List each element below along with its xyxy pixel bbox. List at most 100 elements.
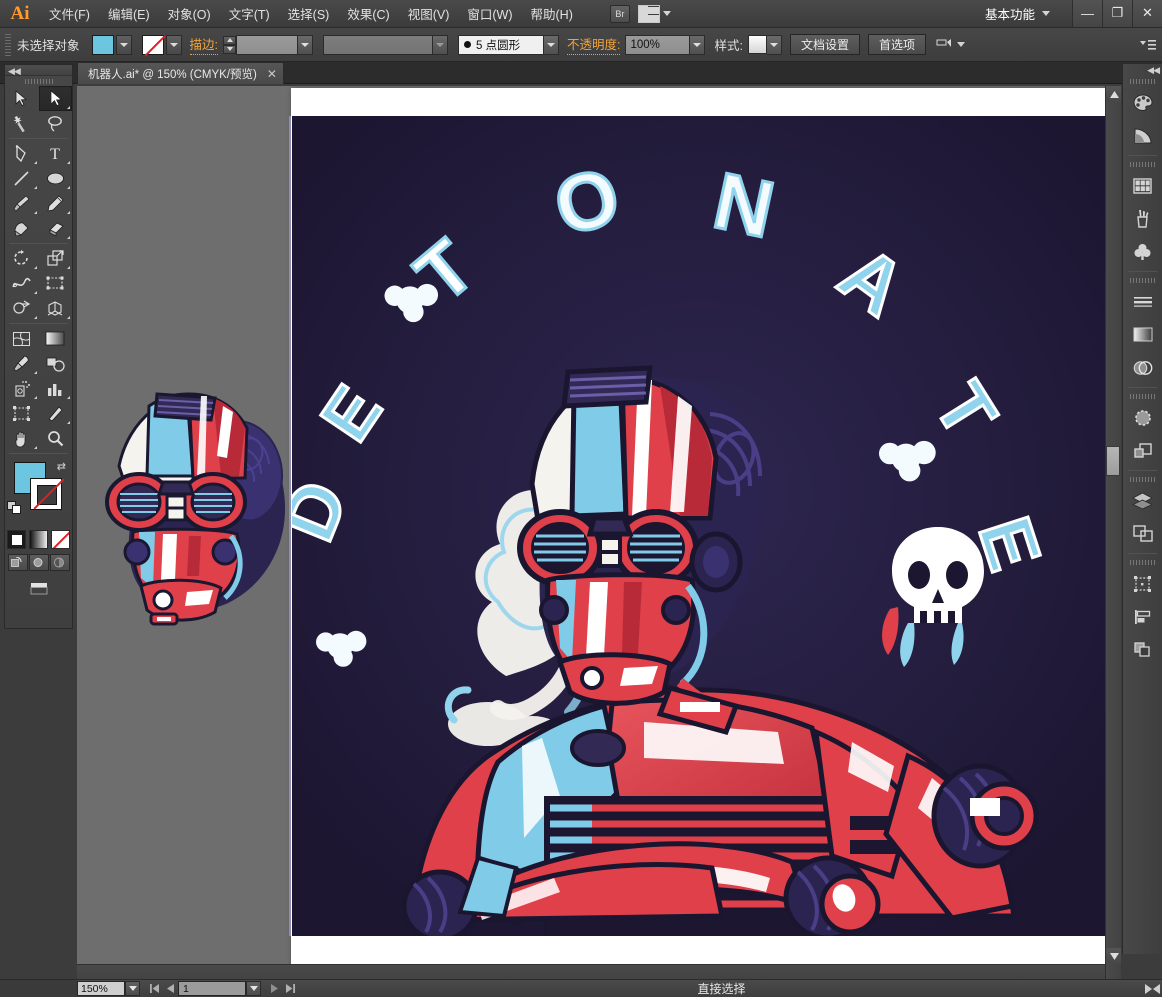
menu-help[interactable]: 帮助(H) — [522, 0, 582, 27]
zoom-level-field[interactable]: 150% — [77, 981, 125, 996]
menu-edit[interactable]: 编辑(E) — [99, 0, 159, 27]
transform-panel-icon-button[interactable] — [1123, 567, 1162, 600]
swap-fill-stroke-icon[interactable]: ⇄ — [57, 460, 66, 473]
blend-tool[interactable] — [39, 351, 73, 376]
column-graph-tool[interactable] — [39, 376, 73, 401]
zoom-level-dropdown[interactable] — [125, 981, 140, 996]
last-page-icon[interactable] — [282, 981, 298, 997]
tools-collapse-icon[interactable]: ◀◀ — [8, 66, 21, 77]
document-tab[interactable]: 机器人.ai* @ 150% (CMYK/预览) ✕ — [77, 62, 284, 84]
next-page-icon[interactable] — [266, 981, 282, 997]
mesh-tool[interactable] — [5, 326, 39, 351]
page-number-dropdown[interactable] — [246, 981, 261, 996]
scale-tool[interactable] — [39, 246, 73, 271]
artboards-panel-icon-button[interactable] — [1123, 517, 1162, 550]
status-message[interactable]: 直接选择 — [298, 980, 1145, 997]
artboard[interactable]: D E T O N A T E — [289, 88, 1109, 974]
main-artwork[interactable]: D E T O N A T E — [292, 116, 1108, 936]
workspace-switcher[interactable]: 基本功能 — [981, 4, 1039, 23]
stroke-panel-icon-button[interactable] — [1123, 285, 1162, 318]
paintbrush-tool[interactable] — [5, 191, 39, 216]
dock-group-4-grip[interactable] — [1123, 391, 1162, 401]
pencil-tool[interactable] — [39, 191, 73, 216]
dock-group-2-grip[interactable] — [1123, 159, 1162, 169]
scroll-down-button[interactable] — [1106, 948, 1121, 964]
canvas-area[interactable]: D E T O N A T E — [77, 86, 1121, 980]
magic-wand-tool[interactable] — [5, 111, 39, 136]
menu-view[interactable]: 视图(V) — [399, 0, 459, 27]
perspective-grid-tool[interactable] — [39, 296, 73, 321]
pen-tool[interactable] — [5, 141, 39, 166]
stroke-profile-dropdown[interactable] — [433, 34, 448, 55]
scroll-up-button[interactable] — [1106, 86, 1121, 102]
line-segment-tool[interactable] — [5, 166, 39, 191]
tools-panel-grip[interactable] — [5, 76, 72, 86]
preferences-button[interactable]: 首选项 — [867, 34, 926, 55]
align-panel-icon-button[interactable] — [1123, 600, 1162, 633]
transparency-panel-icon-button[interactable] — [1123, 351, 1162, 384]
type-tool[interactable]: T — [39, 141, 73, 166]
hand-tool[interactable] — [5, 426, 39, 451]
gradient-mode-button[interactable] — [29, 530, 48, 549]
fill-color-swatch[interactable] — [91, 34, 114, 55]
ellipse-tool[interactable] — [39, 166, 73, 191]
stroke-swatch-dropdown[interactable] — [165, 34, 182, 55]
toolbar-stroke-swatch[interactable] — [30, 478, 62, 510]
opacity-dropdown[interactable] — [690, 34, 706, 55]
brush-definition-field[interactable]: 5 点圆形 — [458, 34, 544, 55]
page-number-field[interactable]: 1 — [178, 981, 246, 996]
swatches-panel-icon-button[interactable] — [1123, 169, 1162, 202]
arrange-chevron-down-icon[interactable] — [662, 11, 671, 16]
draw-behind-button[interactable] — [28, 554, 49, 571]
minimize-button[interactable]: — — [1072, 0, 1102, 27]
zoom-tool[interactable] — [39, 426, 73, 451]
control-panel-menu-button[interactable] — [1140, 39, 1156, 51]
menu-select[interactable]: 选择(S) — [279, 0, 339, 27]
dock-group-3-grip[interactable] — [1123, 275, 1162, 285]
control-bar-grip[interactable] — [4, 33, 11, 56]
appearance-panel-icon-button[interactable] — [1123, 401, 1162, 434]
graphic-style-dropdown[interactable] — [766, 34, 782, 55]
selection-tool[interactable] — [5, 86, 39, 111]
default-fill-stroke-icon[interactable] — [7, 498, 23, 517]
symbols-panel-icon-button[interactable] — [1123, 235, 1162, 268]
blob-brush-tool[interactable] — [5, 216, 39, 241]
stroke-weight-dropdown[interactable] — [298, 34, 313, 55]
dock-expand-icon[interactable]: ◀◀ — [1147, 65, 1160, 76]
gradient-tool[interactable] — [39, 326, 73, 351]
width-tool[interactable] — [5, 271, 39, 296]
screen-mode-toggle[interactable] — [28, 579, 50, 597]
eraser-tool[interactable] — [39, 216, 73, 241]
maximize-button[interactable]: ❐ — [1102, 0, 1132, 27]
opacity-field[interactable]: 100% — [625, 34, 691, 55]
canvas-vertical-scrollbar[interactable] — [1105, 86, 1121, 980]
pathfinder-panel-icon-button[interactable] — [1123, 633, 1162, 666]
menu-type[interactable]: 文字(T) — [220, 0, 279, 27]
vertical-scroll-thumb[interactable] — [1106, 446, 1120, 476]
menu-effect[interactable]: 效果(C) — [338, 0, 398, 27]
rotate-tool[interactable] — [5, 246, 39, 271]
layers-panel-icon-button[interactable] — [1123, 484, 1162, 517]
arrange-documents-icon[interactable] — [637, 4, 660, 23]
document-setup-button[interactable]: 文档设置 — [789, 34, 860, 55]
first-page-icon[interactable] — [146, 981, 162, 997]
stroke-weight-field[interactable] — [236, 34, 298, 55]
graphic-style-swatch[interactable] — [747, 35, 767, 54]
menu-object[interactable]: 对象(O) — [159, 0, 220, 27]
free-transform-tool[interactable] — [39, 271, 73, 296]
graphic-styles-panel-icon-button[interactable] — [1123, 434, 1162, 467]
draw-normal-button[interactable] — [7, 554, 28, 571]
solid-color-mode-button[interactable] — [7, 530, 26, 549]
artboard-tool[interactable] — [5, 401, 39, 426]
lasso-tool[interactable] — [39, 111, 73, 136]
direct-selection-tool[interactable] — [38, 86, 72, 111]
canvas-horizontal-scrollbar[interactable] — [77, 964, 1105, 980]
robot-head-artwork[interactable] — [97, 336, 307, 646]
color-guide-panel-icon-button[interactable] — [1123, 119, 1162, 152]
color-panel-icon-button[interactable] — [1123, 86, 1162, 119]
brush-definition-dropdown[interactable] — [544, 34, 559, 55]
none-mode-button[interactable] — [51, 530, 70, 549]
prev-page-icon[interactable] — [162, 981, 178, 997]
gradient-panel-icon-button[interactable] — [1123, 318, 1162, 351]
document-tab-close-icon[interactable]: ✕ — [267, 68, 277, 80]
